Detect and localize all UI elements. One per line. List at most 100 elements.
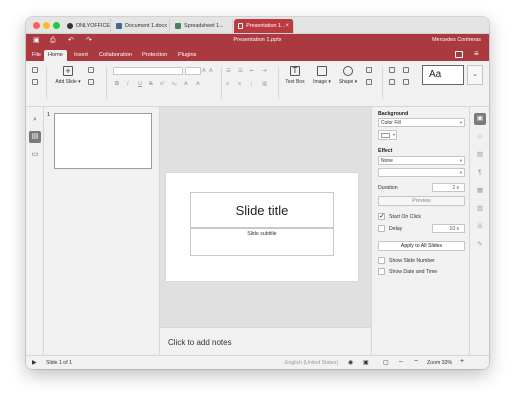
text-box-button[interactable]: T Text Box bbox=[284, 66, 306, 85]
font-name-select[interactable] bbox=[113, 67, 183, 75]
shape-button[interactable]: Shape ▾ bbox=[336, 66, 360, 85]
duration-label: Duration bbox=[378, 185, 398, 191]
signature-settings-icon[interactable]: ✎ bbox=[474, 239, 486, 251]
fill-type-value: Color Fill bbox=[381, 120, 401, 126]
font-size-select[interactable] bbox=[185, 67, 201, 75]
slide-editor: Slide title Slide subtitle Click to add … bbox=[160, 107, 371, 355]
minimize-window-button[interactable] bbox=[43, 22, 50, 29]
tab-file[interactable]: File bbox=[28, 50, 45, 61]
globe-icon[interactable]: ◉ bbox=[348, 359, 353, 366]
chart-settings-icon[interactable]: ▥ bbox=[474, 203, 486, 215]
fill-type-select[interactable]: Color Fill ▾ bbox=[378, 118, 465, 127]
slide-settings-icon[interactable]: ▣ bbox=[474, 113, 486, 125]
add-slide-icon: + bbox=[63, 66, 73, 76]
chevron-down-icon: ▾ bbox=[459, 170, 462, 175]
delay-input[interactable]: 10 s bbox=[432, 224, 465, 233]
underline-icon[interactable]: U bbox=[138, 81, 142, 87]
apply-to-all-button[interactable]: Apply to All Slides bbox=[378, 241, 465, 251]
thumbnail-number: 1 bbox=[47, 112, 51, 118]
bold-icon[interactable]: B bbox=[115, 81, 119, 87]
add-slide-button[interactable]: + Add Slide ▾ bbox=[53, 66, 83, 85]
start-on-click-checkbox[interactable] bbox=[378, 212, 385, 220]
tab-collaboration[interactable]: Collaboration bbox=[95, 50, 136, 61]
columns-icon[interactable]: ▥ bbox=[262, 81, 267, 87]
increase-font-icon[interactable]: A bbox=[202, 68, 206, 74]
duration-input[interactable]: 2 s bbox=[432, 183, 465, 192]
strikethrough-icon[interactable]: S bbox=[149, 81, 153, 87]
tab-protection[interactable]: Protection bbox=[138, 50, 171, 61]
tab-spreadsheet[interactable]: Spreadsheet 1... bbox=[171, 19, 233, 33]
document-title: Presentation 1.pptx bbox=[233, 37, 282, 43]
italic-icon[interactable]: I bbox=[127, 81, 129, 87]
user-name[interactable]: Mercedes Contreras bbox=[432, 37, 481, 43]
search-icon[interactable]: ⌕ bbox=[29, 114, 41, 126]
effect-type-select[interactable]: ▾ bbox=[378, 168, 465, 177]
zoom-window-button[interactable] bbox=[53, 22, 60, 29]
bullets-icon[interactable]: ☰ bbox=[226, 68, 231, 74]
copy-style-icon[interactable] bbox=[389, 79, 395, 85]
color-scheme-icon[interactable] bbox=[403, 79, 409, 85]
preview-button[interactable]: Preview bbox=[378, 196, 465, 206]
tab-home[interactable]: Home bbox=[44, 50, 67, 61]
menu-icon[interactable]: ≡ bbox=[474, 50, 479, 58]
chevron-down-icon[interactable]: ⌄ bbox=[467, 65, 483, 85]
numbering-icon[interactable]: ☰ bbox=[238, 68, 243, 74]
comments-icon[interactable]: ▭ bbox=[29, 149, 41, 161]
play-slideshow-icon[interactable]: ▶ bbox=[32, 359, 37, 366]
shape-label: Shape bbox=[338, 79, 354, 85]
increase-indent-icon[interactable]: ⇥ bbox=[262, 68, 267, 74]
theme-preview[interactable]: Aa bbox=[422, 65, 464, 85]
slide-size-icon[interactable] bbox=[403, 67, 409, 73]
slide-canvas[interactable]: Slide title Slide subtitle bbox=[166, 173, 358, 281]
tab-label: Presentation 1... bbox=[246, 23, 286, 29]
zoom-in-icon[interactable]: + bbox=[460, 358, 464, 365]
superscript-icon[interactable]: x² bbox=[160, 81, 165, 87]
effect-select[interactable]: None ▾ bbox=[378, 156, 465, 165]
arrange-icon[interactable] bbox=[366, 67, 372, 73]
copy-icon[interactable] bbox=[32, 67, 38, 73]
zoom-out-icon[interactable]: − bbox=[414, 358, 418, 365]
close-tab-icon[interactable]: × bbox=[285, 23, 289, 29]
line-spacing-icon[interactable]: ↕ bbox=[250, 81, 253, 87]
fit-width-icon[interactable]: ⇔ bbox=[398, 359, 404, 365]
spellcheck-icon[interactable]: ▣ bbox=[363, 359, 369, 366]
font-color-icon[interactable]: A bbox=[196, 81, 200, 87]
chevron-down-icon: ▾ bbox=[459, 120, 462, 125]
notes-area[interactable]: Click to add notes bbox=[160, 327, 371, 355]
shape-settings-icon[interactable]: ◇ bbox=[474, 131, 486, 143]
text-box-icon: T bbox=[290, 66, 300, 76]
background-color-picker[interactable]: ▾ bbox=[378, 130, 397, 140]
layout-icon[interactable] bbox=[88, 67, 94, 73]
delay-checkbox[interactable] bbox=[378, 225, 385, 232]
tab-plugins[interactable]: Plugins bbox=[174, 50, 200, 61]
show-date-time-checkbox[interactable] bbox=[378, 268, 385, 275]
decrease-indent-icon[interactable]: ⇤ bbox=[250, 68, 255, 74]
show-slide-number-checkbox[interactable] bbox=[378, 257, 385, 264]
close-window-button[interactable] bbox=[33, 22, 40, 29]
image-button[interactable]: Image ▾ bbox=[310, 66, 334, 85]
table-settings-icon[interactable]: ▦ bbox=[474, 185, 486, 197]
slide-thumbnail[interactable] bbox=[54, 113, 152, 169]
image-settings-icon[interactable]: ▨ bbox=[474, 149, 486, 161]
slide-subtitle-placeholder[interactable]: Slide subtitle bbox=[190, 228, 334, 256]
slides-icon[interactable]: ▤ bbox=[29, 131, 41, 143]
align-shape-icon[interactable] bbox=[366, 79, 372, 85]
align-left-icon[interactable]: ≡ bbox=[226, 81, 229, 87]
clear-style-icon[interactable] bbox=[389, 67, 395, 73]
subscript-icon[interactable]: x₂ bbox=[172, 81, 177, 87]
tab-insert[interactable]: Insert bbox=[70, 50, 92, 61]
highlight-color-icon[interactable]: A bbox=[184, 81, 188, 87]
tab-document[interactable]: Document 1.docx bbox=[112, 19, 170, 33]
tab-onlyoffice[interactable]: ONLYOFFICE bbox=[63, 19, 111, 33]
slide-title-placeholder[interactable]: Slide title bbox=[190, 192, 334, 228]
align-center-icon[interactable]: ≡ bbox=[238, 81, 241, 87]
language-select[interactable]: English (United States) bbox=[285, 360, 338, 366]
open-location-icon[interactable] bbox=[455, 51, 463, 58]
paragraph-settings-icon[interactable]: ¶ bbox=[474, 167, 486, 179]
decrease-font-icon[interactable]: A bbox=[209, 68, 213, 74]
text-art-settings-icon[interactable]: Ⓐ bbox=[474, 221, 486, 233]
paste-icon[interactable] bbox=[32, 79, 38, 85]
fit-slide-icon[interactable]: ▢ bbox=[383, 359, 389, 366]
tab-presentation[interactable]: Presentation 1... × bbox=[234, 19, 294, 33]
slide-settings-icon[interactable] bbox=[88, 79, 94, 85]
